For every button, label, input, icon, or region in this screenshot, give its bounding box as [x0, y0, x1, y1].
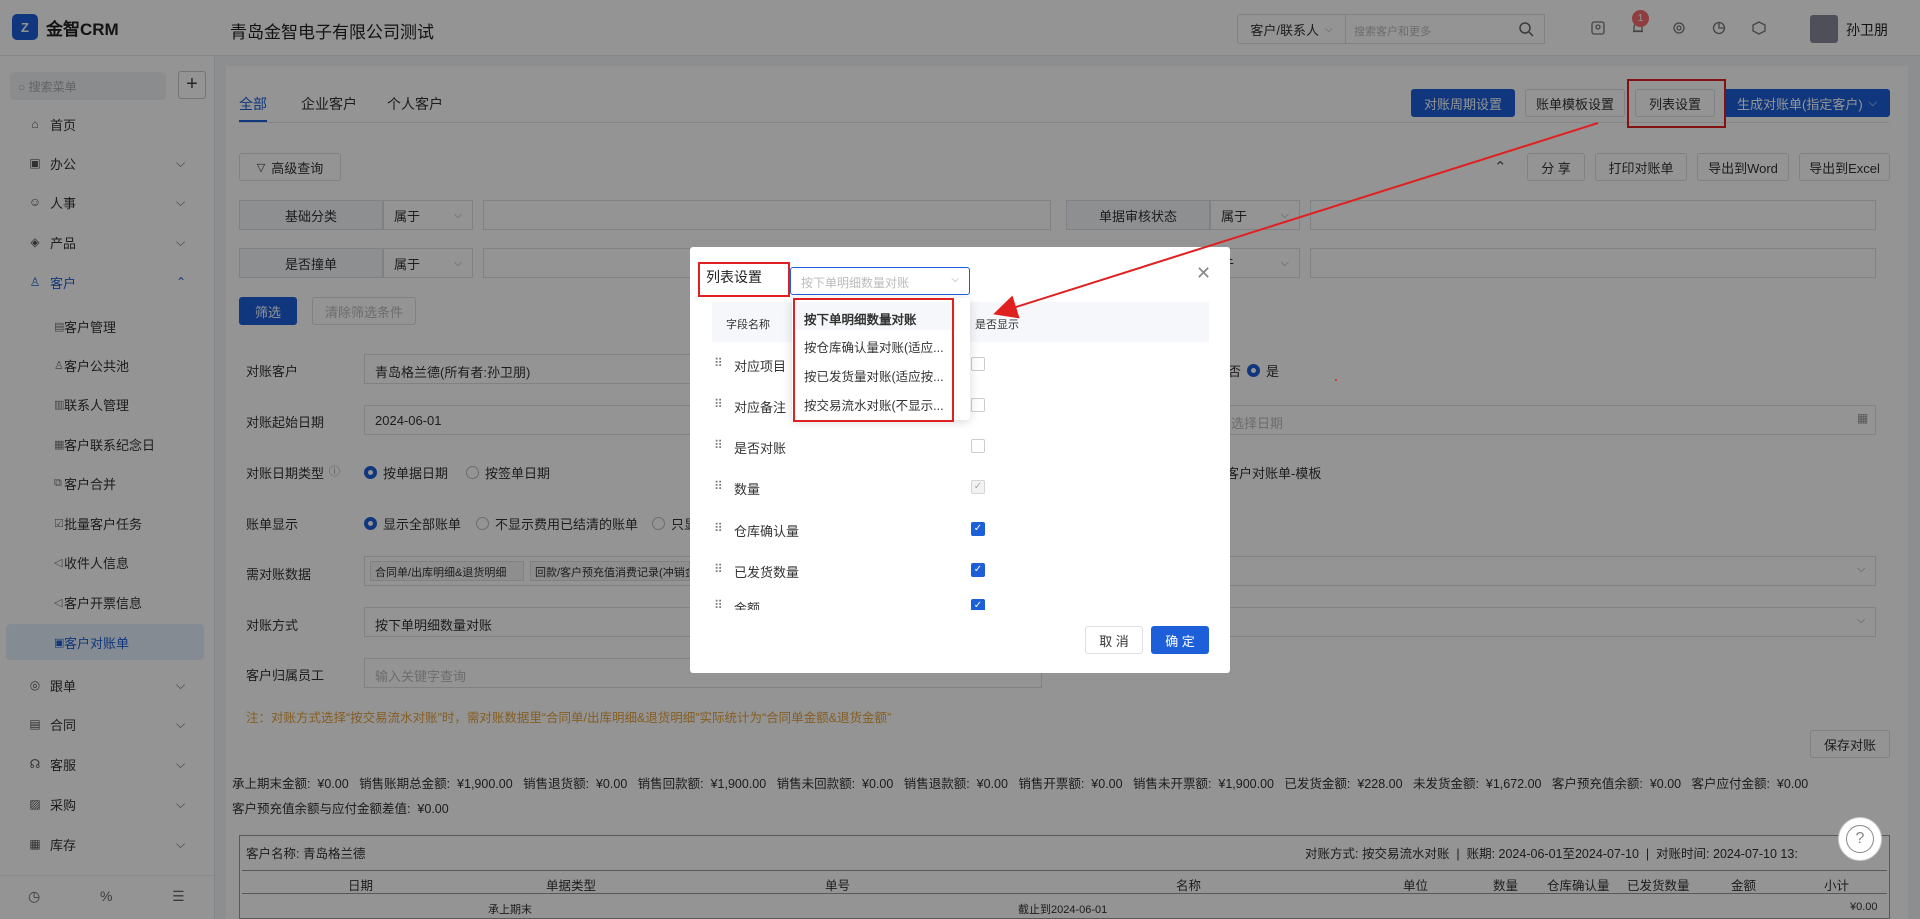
- annotation-arrow: [993, 122, 1599, 381]
